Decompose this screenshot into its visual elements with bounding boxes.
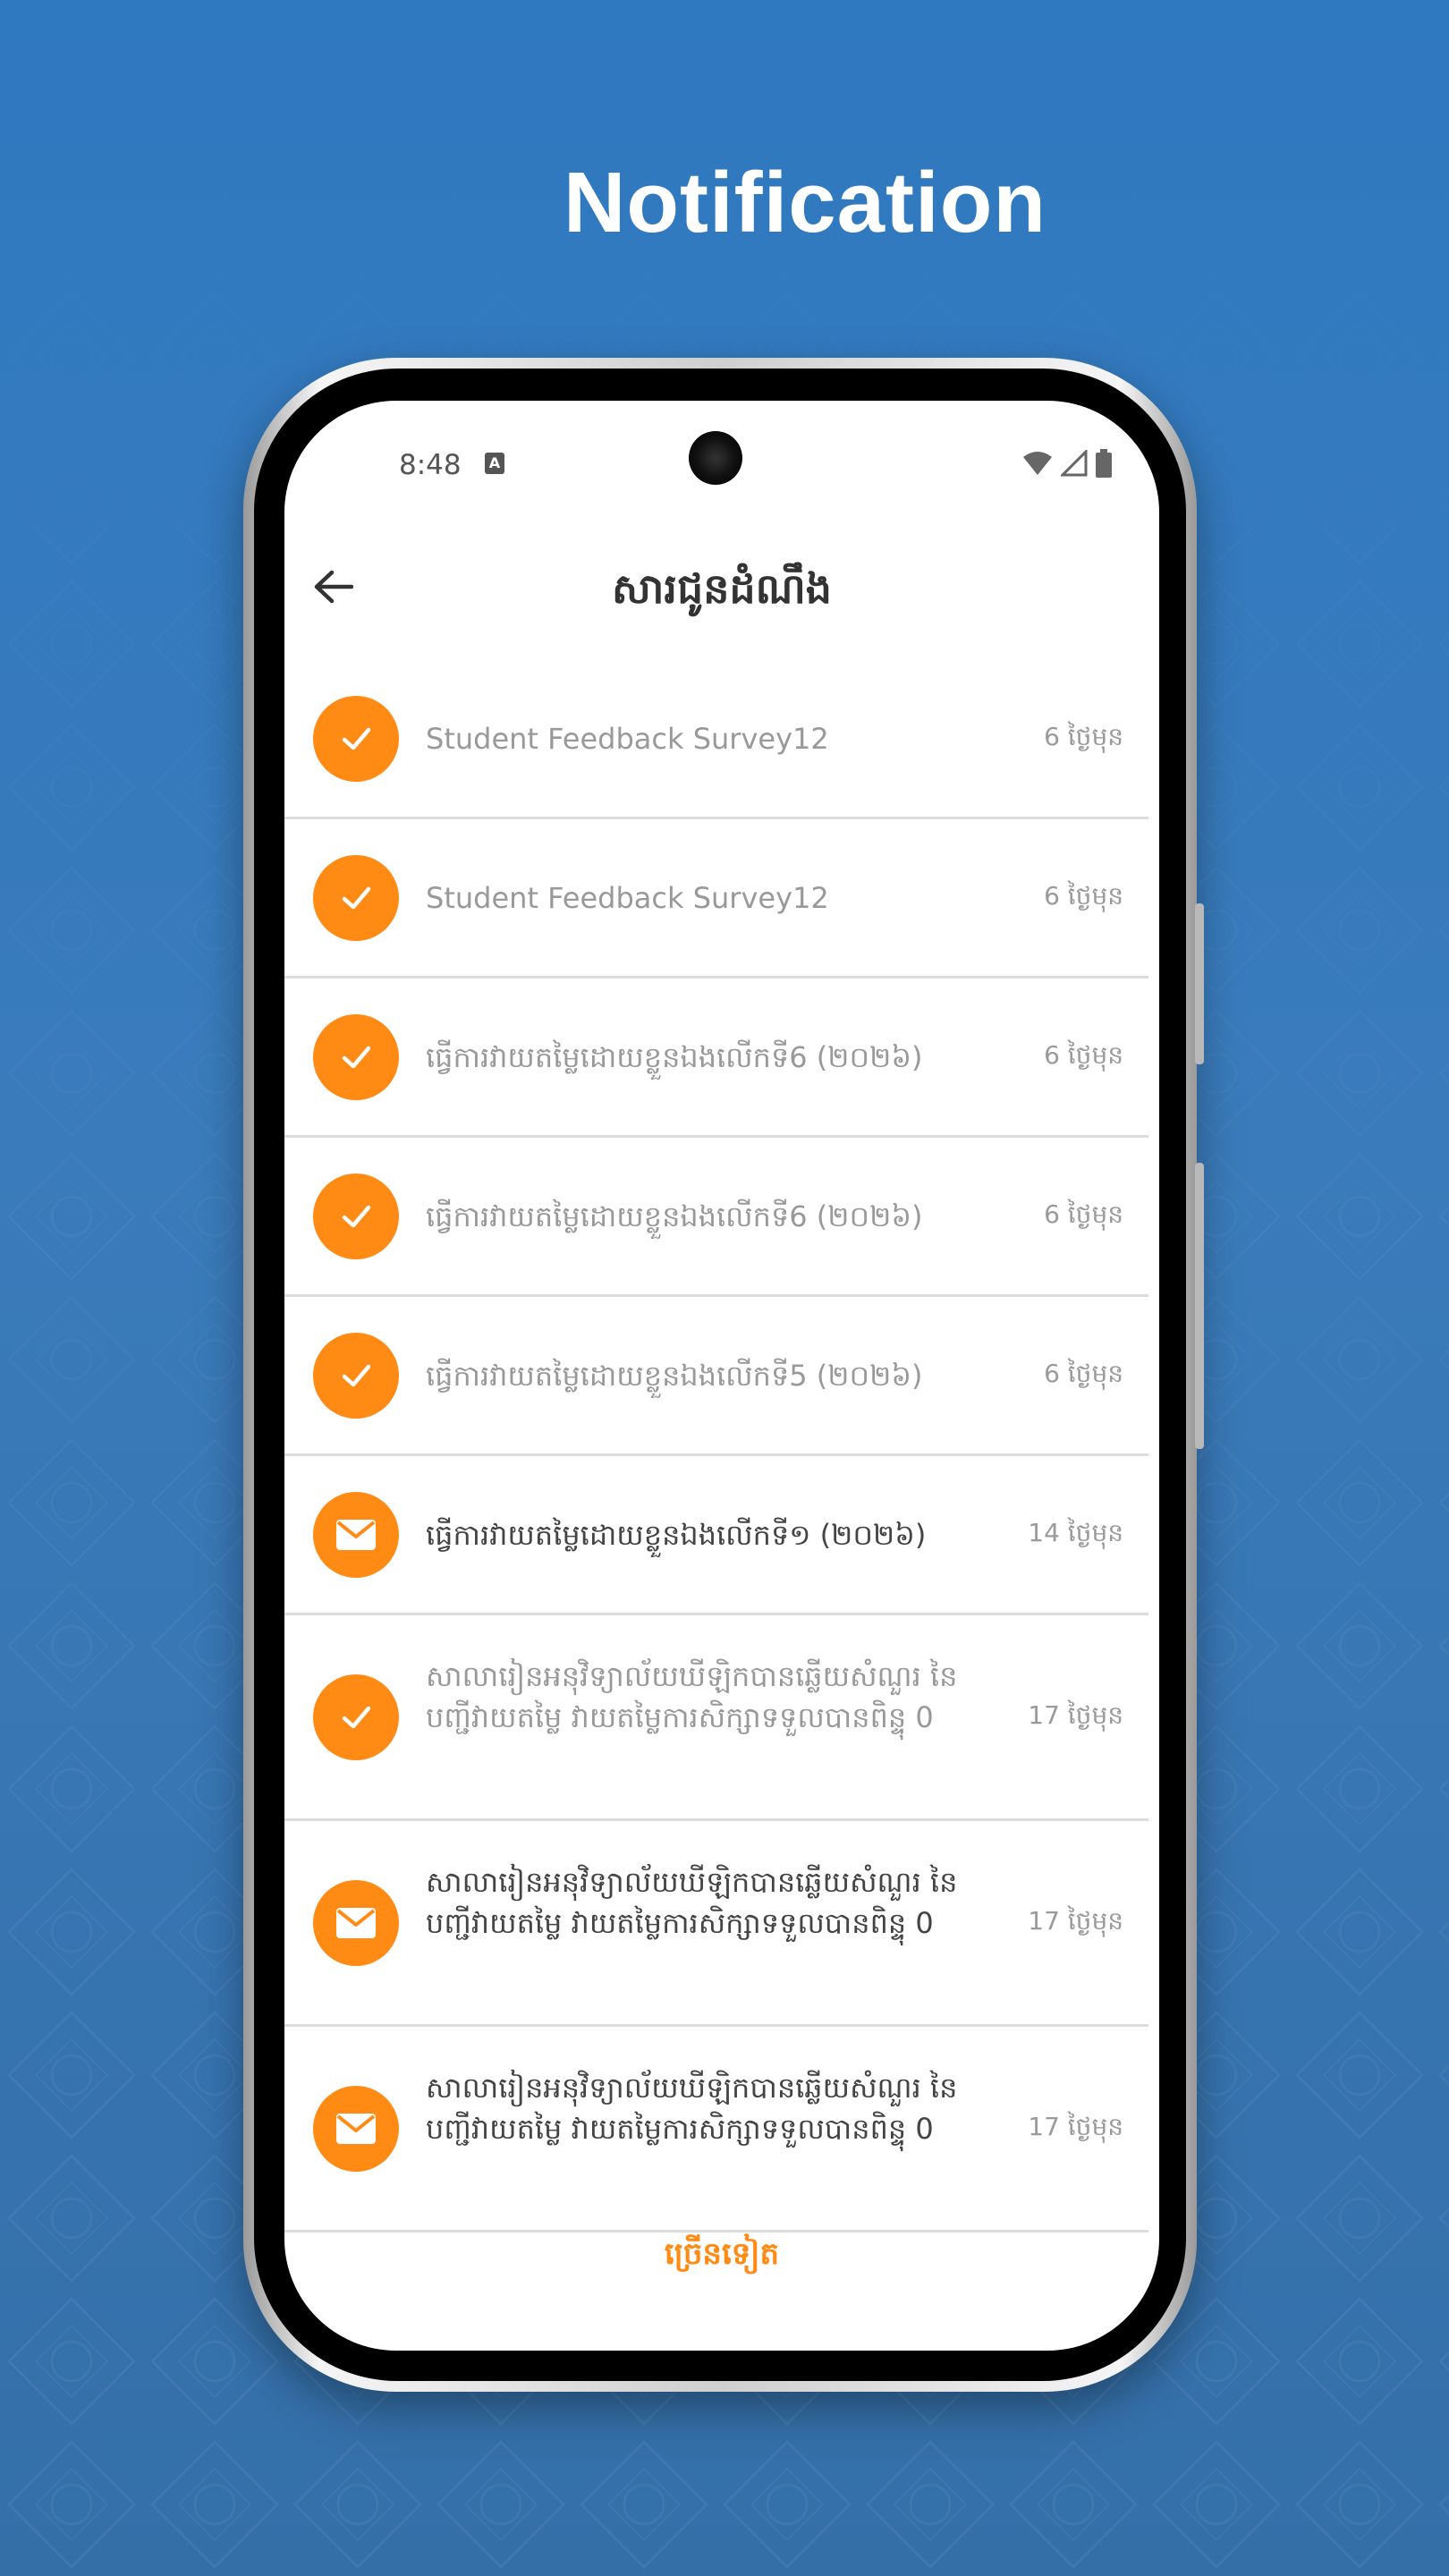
check-icon	[335, 1196, 377, 1237]
notification-time: 6 ថ្ងៃមុន	[1044, 1199, 1123, 1229]
notification-status-icon	[313, 855, 399, 941]
battery-icon	[1096, 449, 1112, 478]
notification-time: 6 ថ្ងៃមុន	[1044, 1359, 1123, 1388]
notification-message: សាលារៀនអនុវិទ្យាល័យឃីឡិកបានឆ្លើយសំណួរ នៃ…	[426, 1659, 958, 1734]
notification-status-icon	[313, 1174, 399, 1259]
mail-icon	[334, 1905, 378, 1941]
notification-status-icon	[313, 1014, 399, 1100]
status-time: 8:48	[399, 449, 462, 481]
notification-item[interactable]: Student Feedback Survey12 6 ថ្ងៃមុន	[284, 660, 1148, 819]
notification-message: ធ្វើការវាយតម្លៃដោយខ្លួនឯងលើកទី១ (២០២៦)	[426, 1518, 927, 1552]
check-icon	[335, 718, 377, 759]
notification-message: ធ្វើការវាយតម្លៃដោយខ្លួនឯងលើកទី6 (២០២៦)	[426, 1199, 923, 1233]
notification-message: Student Feedback Survey12	[426, 881, 829, 915]
check-icon	[335, 877, 377, 919]
load-more-button[interactable]: ច្រើនទៀត	[284, 2234, 1159, 2279]
notification-time: 17 ថ្ងៃមុន	[1028, 1700, 1123, 1730]
notification-item[interactable]: សាលារៀនអនុវិទ្យាល័យឃីឡិកបានឆ្លើយសំណួរ នៃ…	[284, 2027, 1148, 2233]
notification-item[interactable]: ធ្វើការវាយតម្លៃដោយខ្លួនឯងលើកទី6 (២០២៦) 6 …	[284, 1138, 1148, 1297]
a-icon: A	[485, 453, 504, 474]
notification-status-icon	[313, 696, 399, 782]
notification-item[interactable]: ធ្វើការវាយតម្លៃដោយខ្លួនឯងលើកទី១ (២០២៦) 14…	[284, 1456, 1148, 1615]
signal-icon	[1061, 450, 1088, 477]
mail-icon	[334, 1517, 378, 1553]
wifi-icon	[1023, 452, 1052, 475]
app-bar: សារជូនដំណឹង	[284, 526, 1159, 651]
notification-time: 6 ថ្ងៃមុន	[1044, 881, 1123, 911]
check-icon	[335, 1037, 377, 1078]
notification-list: Student Feedback Survey12 6 ថ្ងៃមុន Studen…	[284, 660, 1148, 2233]
headline: Notification	[564, 155, 1046, 250]
notification-message: សាលារៀនអនុវិទ្យាល័យឃីឡិកបានឆ្លើយសំណួរ នៃ…	[426, 1865, 958, 1940]
check-icon	[335, 1355, 377, 1396]
status-bar: 8:48 A	[284, 401, 1159, 526]
notification-message: ធ្វើការវាយតម្លៃដោយខ្លួនឯងលើកទី5 (២០២៦)	[426, 1359, 923, 1393]
notification-status-icon	[313, 1880, 399, 1966]
notification-item[interactable]: ធ្វើការវាយតម្លៃដោយខ្លួនឯងលើកទី6 (២០២៦) 6 …	[284, 979, 1148, 1138]
notification-time: 6 ថ្ងៃមុន	[1044, 722, 1123, 751]
notification-status-icon	[313, 1674, 399, 1760]
notification-message: ធ្វើការវាយតម្លៃដោយខ្លួនឯងលើកទី6 (២០២៦)	[426, 1040, 923, 1074]
notification-time: 6 ថ្ងៃមុន	[1044, 1040, 1123, 1070]
notification-item[interactable]: សាលារៀនអនុវិទ្យាល័យឃីឡិកបានឆ្លើយសំណួរ នៃ…	[284, 1615, 1148, 1821]
side-button-lower	[1195, 1163, 1204, 1449]
notification-time: 14 ថ្ងៃមុន	[1028, 1518, 1123, 1547]
check-icon	[335, 1697, 377, 1738]
notification-message: Student Feedback Survey12	[426, 722, 829, 756]
notification-item[interactable]: ធ្វើការវាយតម្លៃដោយខ្លួនឯងលើកទី5 (២០២៦) 6 …	[284, 1297, 1148, 1456]
notification-item[interactable]: Student Feedback Survey12 6 ថ្ងៃមុន	[284, 819, 1148, 979]
page-title: សារជូនដំណឹង	[612, 564, 832, 613]
side-button-upper	[1195, 903, 1204, 1064]
notification-status-icon	[313, 1492, 399, 1578]
notification-status-icon	[313, 1333, 399, 1419]
notification-item[interactable]: សាលារៀនអនុវិទ្យាល័យឃីឡិកបានឆ្លើយសំណួរ នៃ…	[284, 1821, 1148, 2027]
notification-time: 17 ថ្ងៃមុន	[1028, 2112, 1123, 2141]
mail-icon	[334, 2111, 378, 2147]
notification-status-icon	[313, 2086, 399, 2172]
system-icons	[1021, 447, 1113, 479]
camera-icon	[689, 431, 742, 485]
notification-message: សាលារៀនអនុវិទ្យាល័យឃីឡិកបានឆ្លើយសំណួរ នៃ…	[426, 2071, 958, 2146]
notification-time: 17 ថ្ងៃមុន	[1028, 1906, 1123, 1936]
phone-screen: 8:48 A សារជូនដំណឹង Student Feedback Surv…	[284, 401, 1159, 2351]
